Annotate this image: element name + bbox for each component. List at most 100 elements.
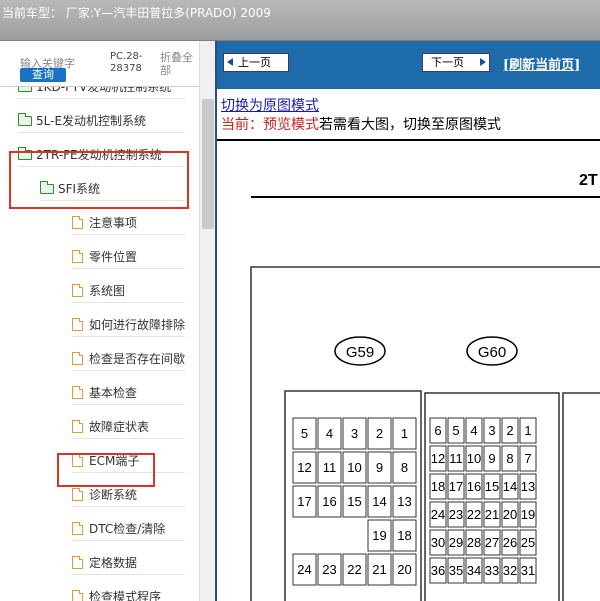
pin-number: 22 bbox=[347, 562, 361, 577]
pin-number: 10 bbox=[347, 460, 361, 475]
tree-leaf-item[interactable]: 注意事项 bbox=[72, 211, 185, 235]
scroll-thumb[interactable] bbox=[202, 99, 214, 229]
collapse-all-button[interactable]: 折叠全部 bbox=[160, 51, 200, 77]
pin-number: 5 bbox=[301, 426, 308, 441]
pin-number: 36 bbox=[431, 563, 445, 578]
pin-number: 11 bbox=[323, 460, 337, 475]
prev-page-label: 上一页 bbox=[238, 56, 271, 69]
window-title: 当前车型： 厂家:Y—汽丰田普拉多(PRADO) 2009 bbox=[2, 6, 271, 20]
tree-item-label: DTC检查/清除 bbox=[89, 522, 166, 536]
tree-row-divider bbox=[18, 98, 185, 99]
tree-row-divider bbox=[72, 370, 185, 371]
tree-row-divider bbox=[72, 234, 185, 235]
pin-number: 18 bbox=[397, 528, 411, 543]
pin-number: 4 bbox=[470, 423, 477, 438]
switch-original-link[interactable]: 切换为原图模式 bbox=[221, 95, 319, 115]
tree-item-label: 1KD-FTV发动机控制系统 bbox=[36, 87, 172, 94]
pin-number: 5 bbox=[452, 423, 459, 438]
pin-number: 4 bbox=[326, 426, 333, 441]
tree-item-label: 检查是否存在间歇 bbox=[89, 352, 186, 366]
connector-housing bbox=[562, 392, 600, 601]
pin-number: 17 bbox=[449, 479, 463, 494]
tree-item-label: 如何进行故障排除 bbox=[89, 318, 186, 332]
next-page-button[interactable]: 下一页 bbox=[422, 53, 490, 72]
nav-bar: 上一页 下一页 [刷新当前页] bbox=[217, 41, 600, 89]
tree-leaf-item[interactable]: 检查模式程序 bbox=[72, 585, 185, 601]
next-page-label: 下一页 bbox=[431, 56, 464, 69]
tree-leaf-item[interactable]: 系统图 bbox=[72, 279, 185, 303]
document-icon bbox=[72, 284, 83, 297]
pin-number: 30 bbox=[431, 535, 445, 550]
tree-leaf-item[interactable]: DTC检查/清除 bbox=[72, 517, 185, 541]
pin-number: 19 bbox=[372, 528, 386, 543]
pin-number: 21 bbox=[372, 562, 386, 577]
pin-number: 1 bbox=[524, 423, 531, 438]
pin-number: 28 bbox=[467, 535, 481, 550]
pin-number: 6 bbox=[434, 423, 441, 438]
pin-number: 16 bbox=[467, 479, 481, 494]
tree-item-label: 基本检查 bbox=[89, 386, 138, 400]
highlight-ecm-terminal bbox=[57, 453, 155, 487]
pin-number: 32 bbox=[503, 563, 517, 578]
pin-number: 14 bbox=[372, 494, 386, 509]
connector-diagram: 2T G59 G60 5 4 3 2 112 11 10 9 817 16 15 14 1319 1824 2… bbox=[250, 172, 600, 601]
tree-item-label: 5L-E发动机控制系统 bbox=[36, 114, 147, 128]
refresh-link[interactable]: [刷新当前页] bbox=[503, 54, 580, 73]
folder-icon bbox=[18, 113, 32, 126]
connector-label: G60 bbox=[478, 344, 506, 361]
mode-prefix: 当前： bbox=[221, 117, 263, 133]
pin-number: 8 bbox=[506, 451, 513, 466]
document-icon bbox=[72, 352, 83, 365]
pin-number: 33 bbox=[485, 563, 499, 578]
pin-number: 18 bbox=[431, 479, 445, 494]
arrow-left-icon bbox=[227, 58, 233, 66]
document-icon bbox=[72, 250, 83, 263]
diagram-header: 2T bbox=[579, 172, 598, 189]
tree-item-label: 注意事项 bbox=[89, 216, 138, 230]
pin-number: 7 bbox=[524, 451, 531, 466]
tree-leaf-item[interactable]: 如何进行故障排除 bbox=[72, 313, 185, 337]
tree-row-divider bbox=[72, 506, 185, 507]
tree-row-divider bbox=[72, 404, 185, 405]
pc-code-label: PC.28-28378 bbox=[110, 51, 143, 74]
pin-number: 3 bbox=[351, 426, 358, 441]
tree-leaf-item[interactable]: 零件位置 bbox=[72, 245, 185, 269]
pin-number: 13 bbox=[397, 494, 411, 509]
pin-number: 20 bbox=[397, 562, 411, 577]
tree-leaf-item[interactable]: 检查是否存在间歇 bbox=[72, 347, 185, 371]
tree-item-label: 检查模式程序 bbox=[89, 590, 162, 601]
pin-number: 15 bbox=[347, 494, 361, 509]
tree-leaf-item[interactable]: 故障症状表 bbox=[72, 415, 185, 439]
mode-line: 当前：预览模式若需看大图，切换至原图模式 bbox=[221, 114, 501, 134]
pin-number: 1 bbox=[401, 426, 408, 441]
tree-row-divider bbox=[72, 540, 185, 541]
pin-number: 11 bbox=[449, 451, 463, 466]
search-row: 输入关键字 查询 PC.28-28378 折叠全部 bbox=[0, 41, 199, 87]
pin-number: 23 bbox=[322, 562, 336, 577]
pin-number: 29 bbox=[449, 535, 463, 550]
document-icon bbox=[72, 522, 83, 535]
connector-label: G59 bbox=[346, 344, 374, 361]
scrollbar[interactable] bbox=[199, 41, 215, 601]
pin-number: 34 bbox=[467, 563, 481, 578]
highlight-2tr-fe bbox=[9, 151, 189, 209]
pin-number: 31 bbox=[521, 563, 535, 578]
tree-item-label: 故障症状表 bbox=[89, 420, 150, 434]
tree-folder-item[interactable]: 5L-E发动机控制系统 bbox=[18, 109, 185, 133]
pin-number: 2 bbox=[376, 426, 383, 441]
tree-row-divider bbox=[72, 336, 185, 337]
tree-folder-item[interactable]: 1KD-FTV发动机控制系统 bbox=[18, 87, 185, 99]
tree-leaf-item[interactable]: 定格数据 bbox=[72, 551, 185, 575]
tree-item-label: 系统图 bbox=[89, 284, 126, 298]
pin-number: 14 bbox=[503, 479, 517, 494]
pin-number: 19 bbox=[521, 507, 535, 522]
pin-number: 20 bbox=[503, 507, 517, 522]
search-button[interactable]: 查询 bbox=[20, 68, 66, 82]
mode-value: 预览模式 bbox=[263, 117, 319, 133]
prev-page-button[interactable]: 上一页 bbox=[223, 53, 289, 72]
pin-number: 8 bbox=[401, 460, 408, 475]
folder-icon bbox=[18, 87, 32, 92]
tree-leaf-item[interactable]: 基本检查 bbox=[72, 381, 185, 405]
tree-row-divider bbox=[18, 132, 185, 133]
tree-row-divider bbox=[72, 574, 185, 575]
